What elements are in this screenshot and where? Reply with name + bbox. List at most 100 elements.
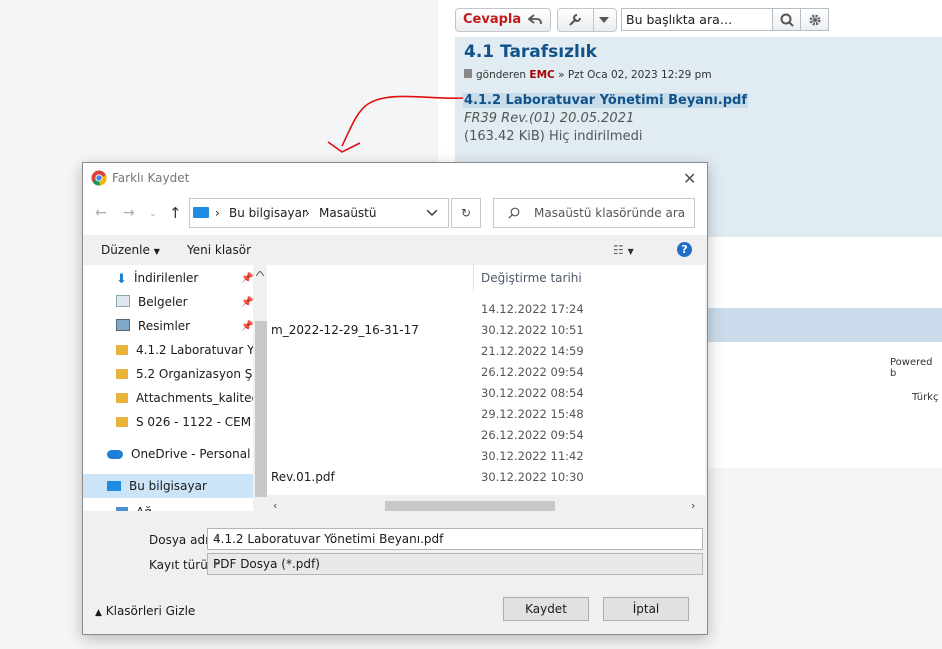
file-date: 26.12.2022 09:54: [481, 428, 584, 442]
tools-button[interactable]: [557, 8, 617, 32]
breadcrumb-desktop[interactable]: Masaüstü: [319, 206, 376, 220]
post-title[interactable]: 4.1 Tarafsızlık: [464, 42, 597, 62]
save-button[interactable]: Kaydet: [503, 597, 589, 621]
nav-item-network[interactable]: Ağ: [116, 505, 152, 511]
meta-prefix: gönderen: [476, 69, 527, 81]
nav-item-label: İndirilenler: [134, 271, 199, 285]
search-icon: [508, 207, 520, 219]
breadcrumb-this-pc[interactable]: Bu bilgisayar: [229, 206, 307, 220]
cloud-icon: [107, 450, 123, 459]
file-name[interactable]: m_2022-12-29_16-31-17: [271, 323, 419, 337]
nav-item-label: Ağ: [136, 505, 152, 511]
advanced-search-button[interactable]: [800, 8, 829, 31]
dialog-title: Farklı Kaydet: [112, 171, 190, 185]
scroll-up-icon[interactable]: [256, 271, 264, 276]
nav-item-pictures[interactable]: Resimler: [116, 319, 190, 333]
file-date: 30.12.2022 08:54: [481, 386, 584, 400]
chevron-down-icon[interactable]: ⌄: [213, 531, 698, 542]
reply-button[interactable]: Cevapla: [455, 8, 551, 32]
file-date: 14.12.2022 17:24: [481, 302, 584, 316]
scroll-left-icon[interactable]: ‹: [273, 499, 277, 512]
folder-search-input[interactable]: Masaüstü klasöründe ara: [493, 198, 695, 228]
gear-icon: [809, 14, 821, 26]
search-icon: [780, 13, 794, 27]
attachment-link[interactable]: 4.1.2 Laboratuvar Yönetimi Beyanı.pdf: [463, 93, 748, 108]
nav-item-folder[interactable]: 5.2 Organizasyon Şem: [116, 367, 253, 381]
filetype-select[interactable]: PDF Dosya (*.pdf) ⌄: [207, 553, 703, 575]
reply-arrow-icon: [528, 14, 542, 25]
nav-item-downloads[interactable]: ⬇ İndirilenler: [116, 271, 199, 287]
file-list-hscrollbar[interactable]: ‹ ›: [267, 497, 705, 514]
address-bar[interactable]: › Bu bilgisayar › Masaüstü: [189, 198, 449, 228]
language-label: Türkç: [912, 392, 939, 403]
caret-down-icon: ▼: [153, 247, 160, 256]
nav-item-folder[interactable]: S 026 - 1122 - CEM - E: [116, 415, 253, 429]
breadcrumb-separator: ›: [305, 206, 310, 220]
forward-icon[interactable]: →: [123, 205, 135, 221]
organize-menu[interactable]: Düzenle ▼: [101, 243, 160, 257]
command-bar: Düzenle ▼ Yeni klasör ☷ ▼ ?: [83, 235, 707, 265]
wrench-icon: [569, 14, 581, 26]
filename-input[interactable]: 4.1.2 Laboratuvar Yönetimi Beyanı.pdf ⌄: [207, 528, 703, 550]
nav-item-label: 4.1.2 Laboratuvar Yöne: [136, 343, 253, 357]
pin-icon[interactable]: 📌: [241, 321, 253, 332]
navigation-pane: ⬇ İndirilenler 📌 Belgeler 📌 Resimler 📌 4.…: [83, 265, 253, 511]
folder-icon: [116, 417, 128, 427]
post-icon: [464, 69, 472, 78]
chevron-down-icon[interactable]: [427, 210, 437, 216]
pin-icon[interactable]: 📌: [241, 273, 253, 284]
nav-item-label: Belgeler: [138, 295, 188, 309]
nav-item-documents[interactable]: Belgeler: [116, 295, 188, 309]
scroll-right-icon[interactable]: ›: [691, 499, 695, 512]
folder-icon: [116, 393, 128, 403]
post-author[interactable]: EMC: [529, 69, 554, 81]
post-date: » Pzt Oca 02, 2023 12:29 pm: [558, 69, 712, 81]
organize-label: Düzenle: [101, 243, 150, 257]
nav-scrollbar-thumb[interactable]: [255, 321, 267, 497]
pc-icon: [193, 207, 209, 218]
search-button[interactable]: [772, 8, 801, 31]
tools-divider: [593, 9, 594, 31]
folder-icon: [116, 345, 128, 355]
topic-search-input[interactable]: Bu başlıkta ara…: [621, 8, 773, 31]
filetype-label: Kayıt türü:: [149, 558, 212, 572]
nav-item-label: S 026 - 1122 - CEM - E: [136, 415, 253, 429]
up-icon[interactable]: ↑: [169, 204, 182, 222]
nav-item-folder[interactable]: Attachments_kalite@e: [116, 391, 253, 405]
nav-item-this-pc[interactable]: Bu bilgisayar: [107, 479, 207, 493]
nav-item-label: OneDrive - Personal: [131, 447, 251, 461]
file-date: 21.12.2022 14:59: [481, 344, 584, 358]
nav-item-label: Attachments_kalite@e: [136, 391, 253, 405]
file-list: Değiştirme tarihi m_2022-12-29_16-31-17 …: [267, 265, 705, 495]
navigation-row: ← → ⌄ ↑ › Bu bilgisayar › Masaüstü ↻ Mas…: [83, 193, 707, 235]
hide-folders-toggle[interactable]: ▲ Klasörleri Gizle: [95, 604, 195, 618]
file-name[interactable]: Rev.01.pdf: [271, 470, 335, 484]
attachment-comment: FR39 Rev.(01) 20.05.2021: [464, 111, 635, 126]
column-date-header[interactable]: Değiştirme tarihi: [481, 271, 582, 285]
caret-down-icon: [599, 17, 609, 23]
view-options-icon[interactable]: ☷ ▼: [613, 243, 634, 257]
refresh-icon[interactable]: ↻: [451, 198, 481, 228]
new-folder-button[interactable]: Yeni klasör: [187, 243, 251, 257]
topic-search-placeholder: Bu başlıkta ara…: [626, 12, 733, 27]
help-icon[interactable]: ?: [677, 242, 692, 257]
nav-item-folder[interactable]: 4.1.2 Laboratuvar Yöne: [116, 343, 253, 357]
attachment-size: (163.42 KiB) Hiç indirilmedi: [464, 129, 643, 144]
nav-item-label: 5.2 Organizasyon Şem: [136, 367, 253, 381]
file-date: 29.12.2022 15:48: [481, 407, 584, 421]
back-icon[interactable]: ←: [95, 205, 107, 221]
save-as-dialog: Farklı Kaydet ✕ ← → ⌄ ↑ › Bu bilgisayar …: [82, 162, 708, 635]
close-icon[interactable]: ✕: [683, 169, 696, 188]
nav-item-onedrive[interactable]: OneDrive - Personal: [107, 447, 250, 461]
pin-icon[interactable]: 📌: [241, 297, 253, 308]
recent-chevron-icon[interactable]: ⌄: [149, 209, 157, 219]
post-meta: gönderen EMC » Pzt Oca 02, 2023 12:29 pm: [464, 69, 712, 81]
filename-label: Dosya adı:: [149, 533, 213, 547]
chevron-down-icon[interactable]: ⌄: [213, 556, 698, 567]
download-icon: ⬇: [116, 272, 127, 287]
cancel-button[interactable]: İptal: [603, 597, 689, 621]
column-separator: [473, 265, 474, 291]
hscroll-thumb[interactable]: [385, 501, 555, 511]
dialog-titlebar[interactable]: Farklı Kaydet ✕: [83, 163, 707, 193]
file-date: 30.12.2022 10:30: [481, 470, 584, 484]
